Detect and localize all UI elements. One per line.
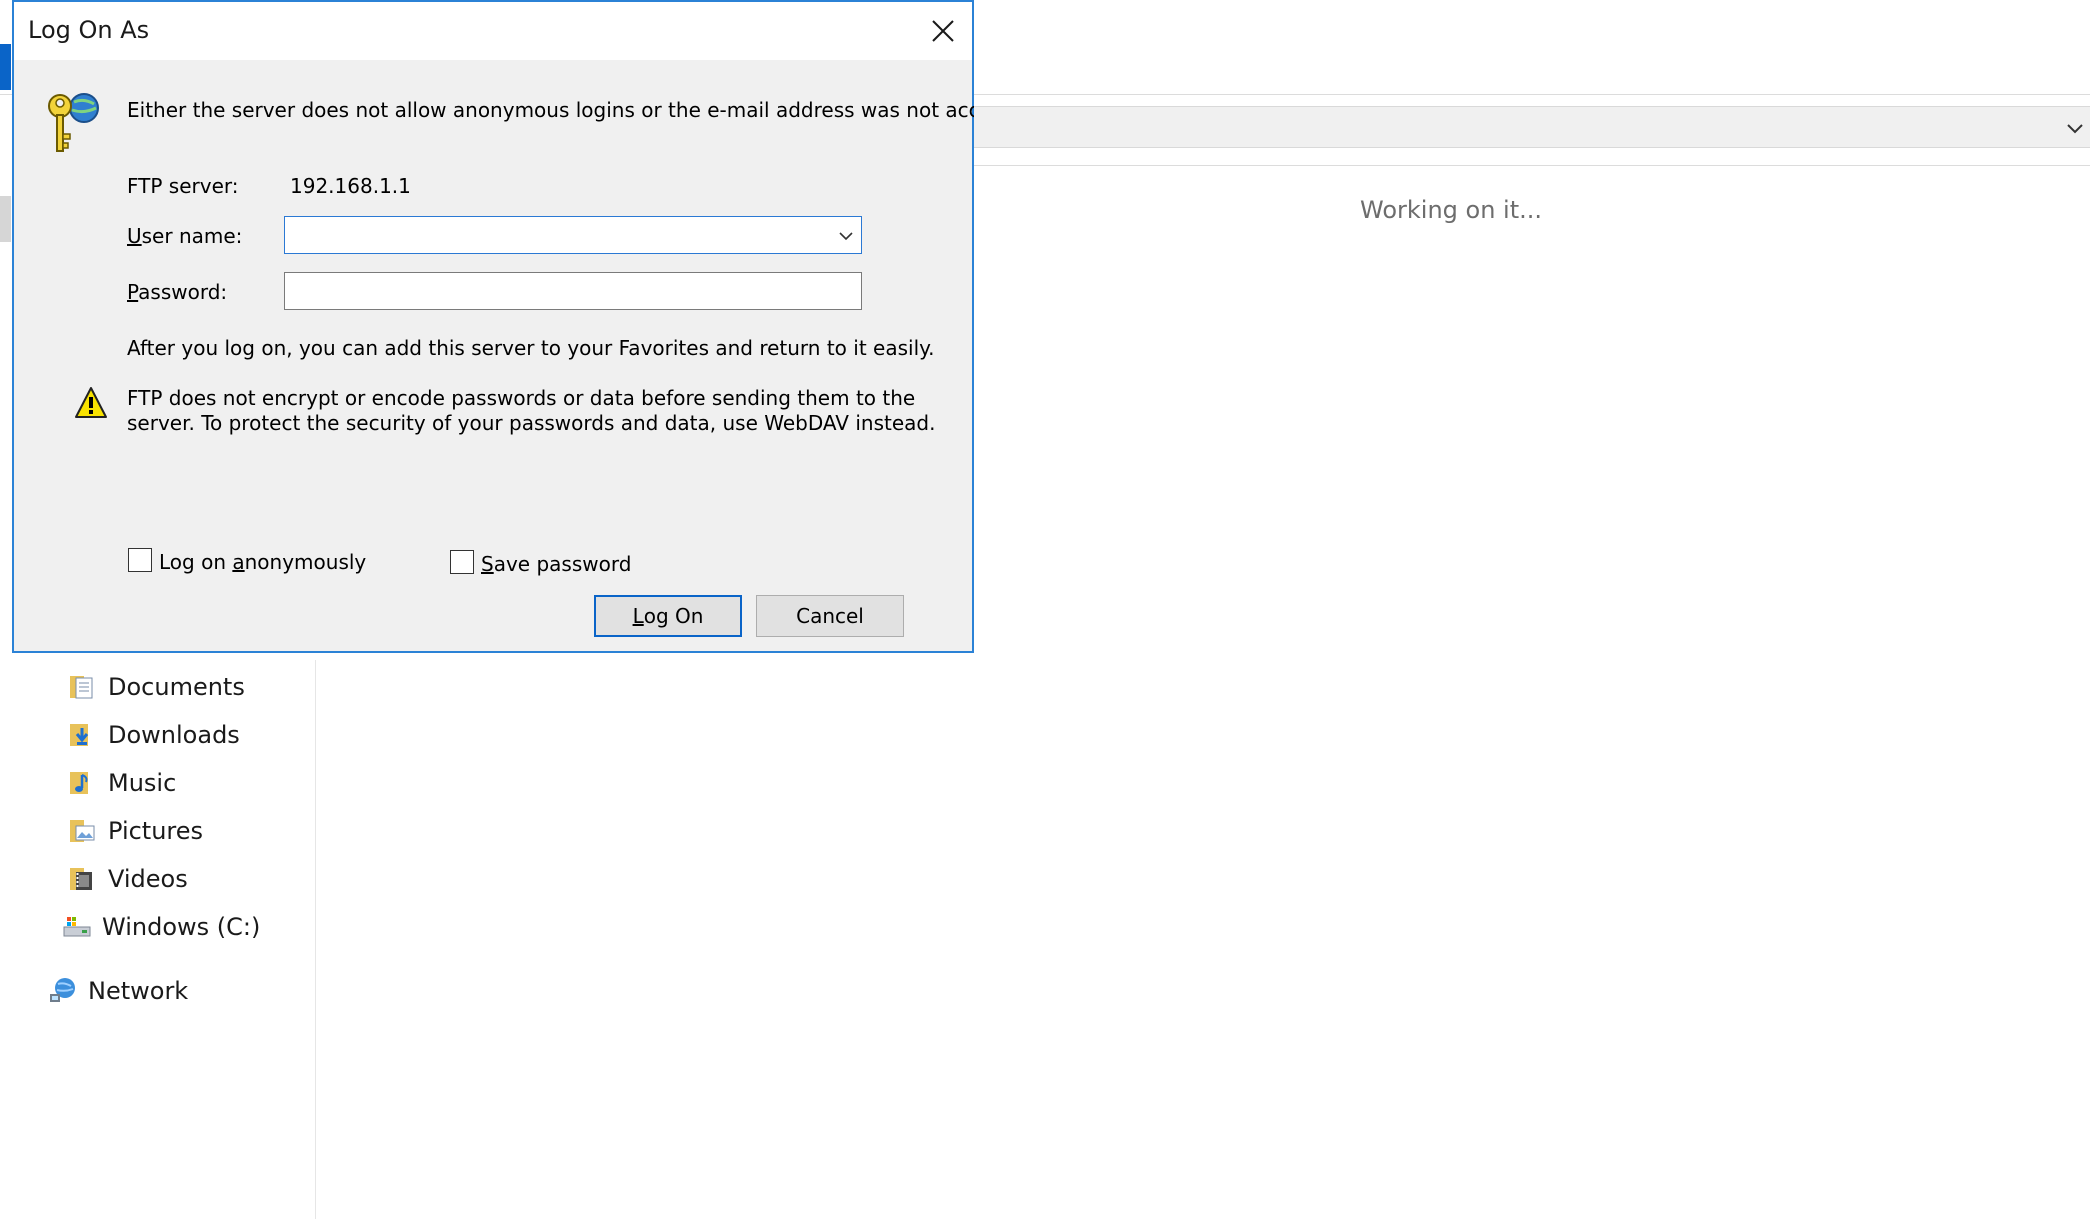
save-password-checkbox[interactable]	[450, 550, 474, 574]
save-access-key: S	[481, 552, 494, 576]
username-combobox[interactable]	[284, 216, 862, 254]
anon-access-key: a	[232, 550, 245, 574]
nav-item-label: Windows (C:)	[102, 913, 261, 941]
password-access-key: P	[127, 280, 139, 304]
cancel-button[interactable]: Cancel	[756, 595, 904, 637]
nav-item-documents[interactable]: Documents	[68, 667, 245, 707]
logon-label-text: og On	[643, 604, 704, 628]
nav-item-videos[interactable]: Videos	[68, 859, 188, 899]
pictures-folder-icon	[68, 816, 98, 846]
log-on-anonymously-checkbox[interactable]	[128, 548, 152, 572]
nav-item-downloads[interactable]: Downloads	[68, 715, 240, 755]
drive-icon	[62, 912, 92, 942]
nav-item-label: Videos	[108, 865, 188, 893]
logon-access-key: L	[632, 604, 644, 628]
nav-item-windows-c[interactable]: Windows (C:)	[62, 907, 260, 947]
downloads-folder-icon	[68, 720, 98, 750]
nav-item-music[interactable]: Music	[68, 763, 176, 803]
password-field[interactable]	[284, 272, 862, 310]
nav-item-network[interactable]: Network	[48, 971, 188, 1011]
anon-label-rest: nonymously	[244, 550, 367, 574]
dialog-title: Log On As	[28, 16, 150, 44]
close-button[interactable]	[922, 10, 964, 52]
security-warning-line-2: server. To protect the security of your …	[127, 411, 936, 435]
ftp-server-label: FTP server:	[127, 174, 239, 198]
nav-item-label: Network	[88, 977, 189, 1005]
anon-label-text: Log on	[159, 550, 233, 574]
loading-status: Working on it...	[1360, 196, 1543, 224]
log-on-button[interactable]: Log On	[594, 595, 742, 637]
password-label: Password:	[127, 280, 227, 304]
ftp-server-value: 192.168.1.1	[290, 174, 411, 198]
content-header-divider	[960, 165, 2090, 166]
log-on-anonymously-label[interactable]: Log on anonymously	[159, 550, 366, 574]
nav-item-label: Pictures	[108, 817, 204, 845]
favorites-hint: After you log on, you can add this serve…	[127, 336, 935, 360]
error-message: Either the server does not allow anonymo…	[127, 98, 974, 122]
nav-item-pictures[interactable]: Pictures	[68, 811, 203, 851]
nav-item-label: Documents	[108, 673, 245, 701]
key-globe-icon	[42, 88, 106, 156]
chevron-down-icon[interactable]	[2062, 115, 2088, 141]
dialog-titlebar[interactable]: Log On As	[14, 2, 972, 60]
videos-folder-icon	[68, 864, 98, 894]
nav-item-label: Music	[108, 769, 177, 797]
save-password-label[interactable]: Save password	[481, 552, 631, 576]
ribbon-file-tab[interactable]	[0, 44, 11, 90]
close-icon	[932, 20, 954, 42]
save-label-text: ave password	[493, 552, 632, 576]
username-access-key: U	[127, 224, 142, 248]
network-icon	[48, 976, 78, 1006]
username-label-text: ser name:	[141, 224, 243, 248]
music-folder-icon	[68, 768, 98, 798]
username-label: User name:	[127, 224, 242, 248]
warning-icon	[74, 386, 108, 420]
password-label-text: assword:	[138, 280, 228, 304]
nav-selected-item[interactable]	[0, 196, 11, 242]
documents-folder-icon	[68, 672, 98, 702]
address-bar[interactable]	[960, 106, 2090, 148]
security-warning-line-1: FTP does not encrypt or encode passwords…	[127, 386, 916, 410]
navigation-pane-divider[interactable]	[315, 660, 316, 1219]
log-on-as-dialog: Log On As Either the server does not all…	[12, 0, 974, 653]
nav-item-label: Downloads	[108, 721, 240, 749]
chevron-down-icon[interactable]	[837, 227, 855, 245]
